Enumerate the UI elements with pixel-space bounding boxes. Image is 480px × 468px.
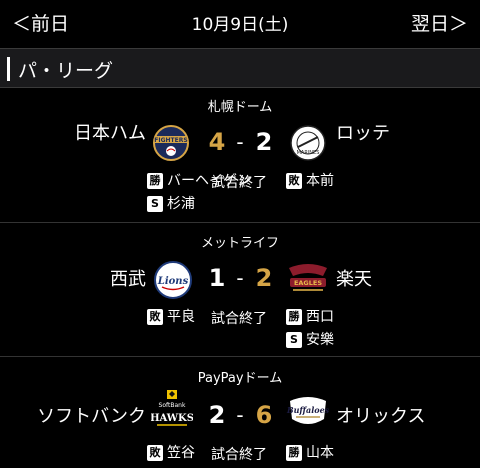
pitcher-badge: 勝 bbox=[286, 445, 302, 461]
losing-pitcher: 敗本前 bbox=[286, 172, 334, 190]
score-separator: - bbox=[236, 403, 244, 427]
winning-pitcher: 勝西口 bbox=[286, 308, 334, 326]
home-team-name: ソフトバンク bbox=[37, 406, 146, 427]
venue-label: メットライフ bbox=[200, 236, 279, 251]
away-team-name: ロッテ bbox=[336, 123, 390, 144]
pitcher-name: バーヘイゲン bbox=[167, 173, 251, 189]
pitcher-name: 安樂 bbox=[306, 332, 334, 348]
svg-text:EAGLES: EAGLES bbox=[294, 279, 322, 287]
svg-text:SoftBank: SoftBank bbox=[159, 402, 186, 409]
game-card[interactable]: PayPayドーム ソフトバンク SoftBank HAWKS 2 - 6 Bu… bbox=[0, 357, 480, 468]
game-status: 試合終了 bbox=[211, 311, 267, 327]
winning-pitcher: 勝バーヘイゲン bbox=[147, 172, 251, 190]
eagles-logo-icon: EAGLES bbox=[289, 264, 327, 291]
pitcher-badge: 勝 bbox=[147, 173, 163, 189]
pitcher-name: 本前 bbox=[306, 173, 334, 189]
lions-logo-icon: Lions bbox=[154, 261, 192, 299]
home-score: 4 bbox=[208, 128, 226, 156]
pitcher-name: 西口 bbox=[306, 309, 334, 325]
next-day-button[interactable]: 翌日＞ bbox=[411, 9, 468, 36]
winning-pitcher: 勝山本 bbox=[286, 444, 334, 462]
league-accent-bar bbox=[7, 57, 10, 81]
home-score: 1 bbox=[208, 264, 226, 292]
pitcher-name: 山本 bbox=[306, 445, 334, 461]
game-card[interactable]: メットライフ 西武 Lions 1 - 2 EAGLES 楽天 試合終了 敗平良… bbox=[0, 223, 480, 355]
venue-label: 札幌ドーム bbox=[207, 100, 273, 115]
save-pitcher: S 杉浦 bbox=[147, 195, 195, 213]
pitcher-badge: S bbox=[147, 196, 163, 212]
save-pitcher: S 安樂 bbox=[286, 331, 334, 349]
pitcher-badge: 敗 bbox=[286, 173, 302, 189]
svg-text:MARINES: MARINES bbox=[297, 150, 320, 156]
pitcher-badge: S bbox=[286, 332, 302, 348]
away-score: 2 bbox=[255, 128, 273, 156]
away-score: 2 bbox=[255, 264, 273, 292]
svg-text:Lions: Lions bbox=[157, 276, 189, 287]
top-nav-bar: ＜前日 10月9日(土) 翌日＞ bbox=[0, 0, 480, 46]
pitcher-name: 笠谷 bbox=[167, 445, 195, 461]
home-team-name: 日本ハム bbox=[74, 123, 146, 144]
score-separator: - bbox=[236, 130, 244, 154]
away-team-name: 楽天 bbox=[336, 269, 372, 290]
losing-pitcher: 敗笠谷 bbox=[147, 444, 195, 462]
home-team-name: 西武 bbox=[110, 269, 146, 290]
away-team-name: オリックス bbox=[336, 406, 426, 427]
fighters-logo-icon: FIGHTERS bbox=[153, 125, 189, 161]
svg-text:Buffaloes: Buffaloes bbox=[286, 405, 330, 415]
score-separator: - bbox=[236, 266, 244, 290]
pitcher-name: 杉浦 bbox=[167, 196, 195, 212]
svg-text:FIGHTERS: FIGHTERS bbox=[154, 137, 187, 144]
marines-logo-icon: MARINES bbox=[290, 125, 326, 161]
game-card[interactable]: 札幌ドーム 日本ハム FIGHTERS 4 - 2 MARINES ロッテ 試合… bbox=[0, 89, 480, 221]
away-score: 6 bbox=[255, 401, 273, 429]
pitcher-badge: 敗 bbox=[147, 445, 163, 461]
league-header: パ・リーグ bbox=[0, 48, 480, 88]
buffaloes-logo-icon: Buffaloes bbox=[286, 397, 330, 424]
hawks-logo-icon: SoftBank HAWKS bbox=[151, 390, 193, 426]
home-score: 2 bbox=[208, 401, 226, 429]
pitcher-badge: 敗 bbox=[147, 309, 163, 325]
venue-label: PayPayドーム bbox=[197, 371, 283, 386]
league-title: パ・リーグ bbox=[18, 60, 114, 82]
losing-pitcher: 敗平良 bbox=[147, 308, 195, 326]
game-status: 試合終了 bbox=[211, 447, 267, 463]
pitcher-name: 平良 bbox=[167, 309, 195, 325]
pitcher-badge: 勝 bbox=[286, 309, 302, 325]
svg-text:HAWKS: HAWKS bbox=[151, 413, 193, 424]
date-title: 10月9日(土) bbox=[191, 15, 289, 35]
